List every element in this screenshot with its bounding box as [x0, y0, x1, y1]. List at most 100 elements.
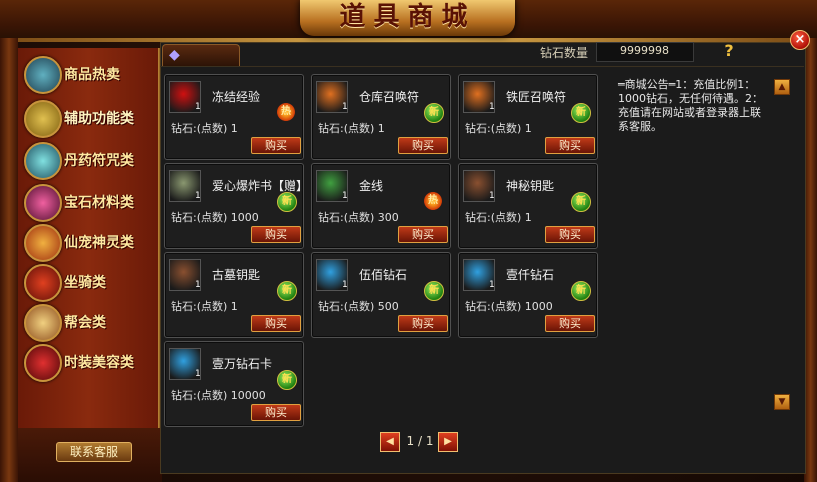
fashion-icon [24, 344, 62, 382]
sidebar-item-label: 丹药符咒类 [64, 153, 134, 169]
item-quantity: 1 [489, 280, 495, 290]
close-button[interactable]: × [790, 30, 810, 50]
next-page-button[interactable]: ▶ [438, 432, 458, 452]
buy-button[interactable]: 购买 [545, 315, 595, 332]
new-badge: 新 [571, 281, 591, 301]
item-name: 伍佰钻石 [359, 268, 408, 282]
item-card[interactable]: 1 壹万钻石卡新钻石:(点数) 10000 购买 [164, 341, 304, 427]
buy-button[interactable]: 购买 [545, 137, 595, 154]
sidebar-item-potion[interactable]: 丹药符咒类 [22, 140, 152, 180]
item-quantity: 1 [489, 102, 495, 112]
new-badge: 新 [424, 103, 444, 123]
item-price: 钻石:(点数) 10000 [171, 389, 266, 402]
item-quantity: 1 [195, 280, 201, 290]
shop-window: 道具商城 商品热卖 辅助功能类 丹药符咒类 宝石材料类 仙宠神灵类 坐骑类 帮会… [0, 0, 817, 482]
buy-button[interactable]: 购买 [398, 315, 448, 332]
item-name: 爱心爆炸书【赠】 [212, 179, 309, 193]
sidebar-item-label: 帮会类 [64, 315, 106, 331]
hot-goods-icon [24, 56, 62, 94]
sidebar-item-pet[interactable]: 仙宠神灵类 [22, 222, 152, 262]
item-card[interactable]: 1 仓库召唤符新钻石:(点数) 1 购买 [311, 74, 451, 160]
hot-badge: 热 [277, 103, 295, 121]
sidebar-item-gem[interactable]: 宝石材料类 [22, 182, 152, 222]
window-title: 道具商城 [339, 2, 476, 32]
prev-page-button[interactable]: ◀ [380, 432, 400, 452]
sidebar-item-guild[interactable]: 帮会类 [22, 302, 152, 342]
item-quantity: 1 [342, 102, 348, 112]
sidebar-item-label: 仙宠神灵类 [64, 235, 134, 251]
new-badge: 新 [277, 370, 297, 390]
item-price: 钻石:(点数) 1 [171, 122, 238, 135]
item-name: 铁匠召唤符 [506, 90, 567, 104]
item-price: 钻石:(点数) 1000 [171, 211, 259, 224]
scroll-book-icon [24, 100, 62, 138]
shop-notice: ═商城公告═1：充值比例1：1000钻石，无任何待遇。2：充值请在网站或者登录器… [618, 78, 763, 133]
sidebar-item-fashion[interactable]: 时装美容类 [22, 342, 152, 382]
item-name: 金线 [359, 179, 384, 193]
item-card[interactable]: 1 冻结经验热钻石:(点数) 1 购买 [164, 74, 304, 160]
item-card[interactable]: 1 古墓钥匙新钻石:(点数) 1 购买 [164, 252, 304, 338]
item-name: 古墓钥匙 [212, 268, 261, 282]
new-badge: 新 [571, 103, 591, 123]
item-card[interactable]: 1 神秘钥匙新钻石:(点数) 1 购买 [458, 163, 598, 249]
item-quantity: 1 [195, 369, 201, 379]
buy-button[interactable]: 购买 [251, 404, 301, 421]
item-price: 钻石:(点数) 1 [465, 122, 532, 135]
item-quantity: 1 [195, 191, 201, 201]
sidebar-item-auxiliary[interactable]: 辅助功能类 [22, 98, 152, 138]
item-name: 壹万钻石卡 [212, 357, 273, 371]
item-price: 钻石:(点数) 300 [318, 211, 399, 224]
buy-button[interactable]: 购买 [251, 315, 301, 332]
buy-button[interactable]: 购买 [251, 226, 301, 243]
buy-button[interactable]: 购买 [545, 226, 595, 243]
item-name: 仓库召唤符 [359, 90, 420, 104]
item-name: 神秘钥匙 [506, 179, 555, 193]
guild-icon [24, 304, 62, 342]
new-badge: 新 [277, 281, 297, 301]
mount-icon [24, 264, 62, 302]
buy-button[interactable]: 购买 [398, 226, 448, 243]
buy-button[interactable]: 购买 [398, 137, 448, 154]
tab-shop[interactable]: ◆ [162, 44, 240, 67]
item-card[interactable]: 1 金线热钻石:(点数) 300 购买 [311, 163, 451, 249]
category-sidebar: 商品热卖 辅助功能类 丹药符咒类 宝石材料类 仙宠神灵类 坐骑类 帮会类 时装美… [18, 48, 162, 428]
new-badge: 新 [424, 281, 444, 301]
pet-icon [24, 224, 62, 262]
item-price: 钻石:(点数) 500 [318, 300, 399, 313]
gem-icon [24, 184, 62, 222]
buy-button[interactable]: 购买 [251, 137, 301, 154]
item-name: 壹仟钻石 [506, 268, 555, 282]
sidebar-item-hot[interactable]: 商品热卖 [22, 54, 152, 94]
item-quantity: 1 [342, 191, 348, 201]
divider [160, 66, 804, 67]
item-price: 钻石:(点数) 1 [318, 122, 385, 135]
gem-tab-icon: ◆ [169, 47, 180, 63]
sidebar-item-label: 辅助功能类 [64, 111, 134, 127]
item-name: 冻结经验 [212, 90, 261, 104]
new-badge: 新 [571, 192, 591, 212]
item-price: 钻石:(点数) 1 [171, 300, 238, 313]
scroll-up-button[interactable]: ▲ [774, 79, 790, 95]
sidebar-item-mount[interactable]: 坐骑类 [22, 262, 152, 302]
item-card[interactable]: 1 铁匠召唤符新钻石:(点数) 1 购买 [458, 74, 598, 160]
help-icon[interactable]: ? [718, 41, 740, 61]
sidebar-item-label: 商品热卖 [64, 67, 120, 83]
contact-support-button[interactable]: 联系客服 [56, 442, 132, 462]
page-indicator: 1 / 1 [406, 434, 434, 448]
diamond-count-label: 钻石数量 [540, 46, 589, 60]
item-price: 钻石:(点数) 1000 [465, 300, 553, 313]
hot-badge: 热 [424, 192, 442, 210]
item-card[interactable]: 1 壹仟钻石新钻石:(点数) 1000 购买 [458, 252, 598, 338]
item-quantity: 1 [342, 280, 348, 290]
item-card[interactable]: 1 伍佰钻石新钻石:(点数) 500 购买 [311, 252, 451, 338]
scroll-down-button[interactable]: ▼ [774, 394, 790, 410]
sidebar-item-label: 宝石材料类 [64, 195, 134, 211]
new-badge: 新 [277, 192, 297, 212]
frame-left [0, 38, 18, 482]
item-quantity: 1 [195, 102, 201, 112]
item-card[interactable]: 1 爱心爆炸书【赠】新钻石:(点数) 1000 购买 [164, 163, 308, 249]
diamond-count-value: 9999998 [620, 44, 669, 57]
item-quantity: 1 [489, 191, 495, 201]
item-price: 钻石:(点数) 1 [465, 211, 532, 224]
sidebar-item-label: 坐骑类 [64, 275, 106, 291]
